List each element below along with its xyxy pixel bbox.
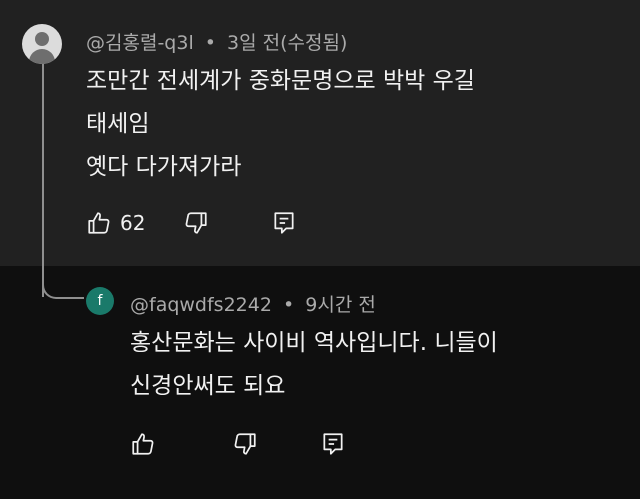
like-button[interactable]: 62	[86, 207, 145, 239]
reply-button[interactable]	[271, 207, 297, 239]
thread-connector	[42, 281, 84, 299]
reply-like-button[interactable]	[130, 428, 156, 460]
thumbs-down-icon	[234, 433, 256, 455]
reply-author[interactable]: @faqwdfs2242	[130, 294, 272, 316]
reply-comment-icon	[323, 433, 343, 455]
dislike-button[interactable]	[183, 207, 209, 239]
reply-comment-icon	[274, 212, 294, 234]
avatar[interactable]	[22, 24, 62, 64]
comment-actions: 62	[86, 207, 297, 239]
comment-line: 조만간 전세계가 중화문명으로 박박 우길	[86, 68, 475, 94]
reply-line: 신경안써도 되요	[130, 373, 286, 399]
reply-dislike-button[interactable]	[232, 428, 258, 460]
comment-meta: @김홍렬-q3l • 3일 전(수정됨)	[86, 28, 347, 55]
thumbs-down-icon	[186, 212, 208, 234]
meta-separator: •	[204, 32, 216, 54]
like-count: 62	[120, 211, 146, 235]
meta-separator: •	[282, 294, 295, 316]
comment-time[interactable]: 3일 전(수정됨)	[227, 32, 347, 54]
reply-reply-button[interactable]	[320, 428, 346, 460]
reply-text: 홍산문화는 사이비 역사입니다. 니들이 신경안써도 되요	[130, 322, 498, 408]
thread-line	[42, 64, 44, 297]
comment-line: 태세임	[86, 111, 150, 137]
reply-actions	[130, 428, 346, 460]
comment-text: 조만간 전세계가 중화문명으로 박박 우길 태세임 옛다 다가져가라	[86, 60, 475, 189]
thumbs-up-icon	[132, 433, 154, 455]
thumbs-up-icon	[88, 212, 110, 234]
reply-meta: @faqwdfs2242 • 9시간 전	[130, 290, 376, 317]
avatar-body	[29, 49, 55, 64]
reply-line: 홍산문화는 사이비 역사입니다. 니들이	[130, 330, 498, 356]
comment-author[interactable]: @김홍렬-q3l	[86, 32, 194, 54]
comment-line: 옛다 다가져가라	[86, 154, 242, 180]
reply-avatar[interactable]: f	[86, 287, 114, 315]
avatar-head	[35, 32, 49, 46]
reply-time[interactable]: 9시간 전	[305, 294, 376, 316]
